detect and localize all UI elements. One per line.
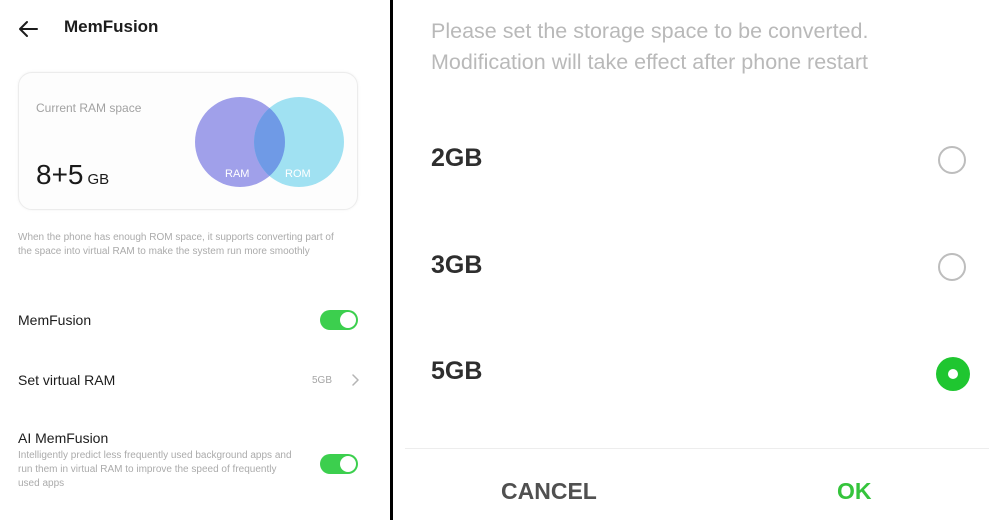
memfusion-description: When the phone has enough ROM space, it … (18, 232, 334, 257)
ai-memfusion-label: AI MemFusion (18, 430, 109, 446)
back-button[interactable] (14, 14, 44, 44)
venn-ram-label: RAM (225, 168, 249, 180)
chevron-right-icon (352, 374, 359, 386)
dialog-message: Please set the storage space to be conve… (431, 19, 869, 74)
toggle-knob (340, 456, 356, 472)
venn-rom-label: ROM (285, 168, 311, 180)
option-label: 2GB (431, 144, 483, 172)
memfusion-settings-screen: MemFusion Current RAM space 8+5 GB RAM RO… (0, 0, 390, 520)
arrow-left-icon (19, 21, 38, 37)
toggle-knob (340, 312, 356, 328)
ram-card: Current RAM space 8+5 GB RAM ROM (18, 72, 358, 210)
memfusion-toggle[interactable] (320, 310, 358, 330)
set-virtual-ram-row[interactable]: Set virtual RAM 5GB (0, 360, 390, 400)
option-3gb[interactable]: 3GB (393, 239, 1001, 299)
option-5gb[interactable]: 5GB (393, 345, 1001, 405)
ram-card-label: Current RAM space (36, 101, 142, 115)
option-label: 5GB (431, 357, 483, 385)
ram-rom-venn-diagram: RAM ROM (195, 97, 344, 187)
radio-button-checked[interactable] (936, 357, 970, 391)
ram-value: 8+5 GB (36, 159, 109, 191)
virtual-ram-dialog: Please set the storage space to be conve… (393, 0, 1001, 520)
ram-value-number: 8+5 (36, 159, 84, 190)
page-title: MemFusion (64, 17, 159, 36)
memfusion-label: MemFusion (18, 312, 92, 328)
virtual-ram-value: 5GB (311, 375, 332, 386)
radio-dot (948, 369, 958, 379)
ai-memfusion-row[interactable]: AI MemFusion Intelligently predict less … (0, 430, 390, 502)
set-virtual-ram-label: Set virtual RAM (18, 372, 116, 388)
dialog-separator (405, 448, 989, 449)
option-label: 3GB (431, 251, 483, 279)
cancel-button[interactable]: CANCEL (501, 478, 597, 505)
memfusion-row[interactable]: MemFusion (0, 300, 390, 340)
radio-button-unchecked[interactable] (938, 253, 966, 281)
ai-memfusion-description: Intelligently predict less frequently us… (18, 450, 292, 489)
option-2gb[interactable]: 2GB (393, 132, 1001, 192)
radio-button-unchecked[interactable] (938, 146, 966, 174)
ok-button[interactable]: OK (837, 478, 872, 505)
ai-memfusion-toggle[interactable] (320, 454, 358, 474)
ram-value-unit: GB (87, 171, 110, 188)
